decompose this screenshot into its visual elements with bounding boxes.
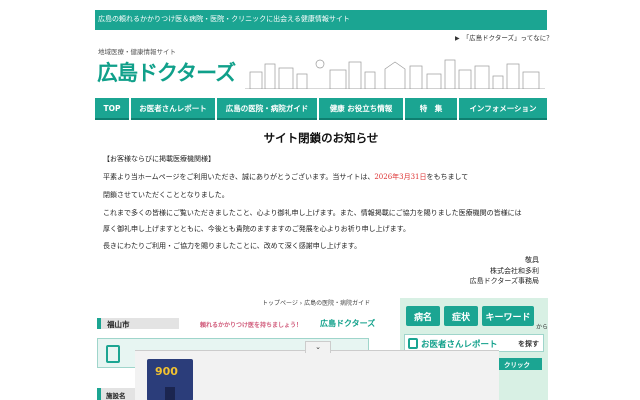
nav-clinic-guide[interactable]: 広島の医院・病院ガイド — [217, 98, 317, 120]
nav-doctor-report[interactable]: お医者さんレポート — [131, 98, 215, 120]
city-skyline-illustration — [245, 59, 545, 89]
signature-office: 広島ドクターズ事務局 — [469, 277, 539, 285]
notice-line: 厚く御礼申し上げますとともに、今後とも貴院のますますのご発展を心よりお祈り申し上… — [103, 225, 410, 233]
report-label: お医者さんレポート — [421, 340, 498, 350]
ad-overlay[interactable]: ⌄ 900 — [135, 341, 499, 400]
signature-company: 株式会社和多利 — [490, 267, 539, 275]
promo-lead: 頼れるかかりつけ医を持ちましょう！ — [200, 322, 303, 329]
facility-heading: 施設名 — [97, 388, 137, 400]
main-navigation: TOP お医者さんレポート 広島の医院・病院ガイド 健康 お役立ち情報 特 集 … — [95, 98, 547, 120]
chevron-down-icon[interactable]: ⌄ — [305, 341, 331, 353]
tag-symptom[interactable]: 症状 — [444, 306, 478, 326]
promo-banner[interactable]: 頼れるかかりつけ医を持ちましょう！ 広島ドクターズ — [198, 316, 375, 332]
notice-text: をもちまして — [426, 173, 469, 181]
nav-top[interactable]: TOP — [95, 98, 129, 120]
bottle-cap — [165, 387, 175, 400]
nav-health-info[interactable]: 健康 お役立ち情報 — [319, 98, 403, 120]
city-label: 福山市 — [107, 320, 130, 329]
closing-date: 2026年3月31日 — [374, 173, 427, 181]
notice-line: これまで多くの皆様にご覧いただきましたこと、心より御礼申し上げます。また、情報掲… — [103, 209, 522, 217]
signature-closing: 敬具 — [525, 256, 539, 264]
notice-line: 平素より当ホームページをご利用いただき、誠にありがとうございます。当サイトは、2… — [103, 174, 468, 181]
facility-label: 施設名 — [106, 392, 126, 400]
city-heading: 福山市 — [97, 318, 179, 329]
ad-product-image[interactable]: 900 — [147, 359, 193, 400]
notice-text: 平素より当ホームページをご利用いただき、誠にありがとうございます。当サイトは、 — [103, 173, 375, 181]
click-label: クリック — [504, 361, 530, 369]
document-icon — [408, 338, 418, 349]
site-tagline: 広島の頼れるかかりつけ医＆病院・医院・クリニックに出会える健康情報サイト — [98, 15, 350, 23]
site-tagline-bar: 広島の頼れるかかりつけ医＆病院・医院・クリニックに出会える健康情報サイト — [95, 10, 547, 30]
about-site-label: 「広島ドクターズ」ってなに？ — [462, 34, 553, 42]
nav-feature[interactable]: 特 集 — [405, 98, 457, 120]
page-title: サイト閉鎖のお知らせ — [263, 131, 379, 145]
tag-disease[interactable]: 病名 — [406, 306, 440, 326]
breadcrumb[interactable]: トップページ › 広島の医院・病院ガイド — [262, 298, 370, 307]
notice-line: 閉鎖させていただくこととなりました。 — [103, 191, 229, 199]
from-label: から — [536, 324, 549, 331]
nav-information[interactable]: インフォメーション — [459, 98, 547, 120]
tag-keyword[interactable]: キーワード — [482, 306, 534, 326]
notice-heading: 【お客様ならびに掲載医療機関様】 — [103, 155, 215, 163]
site-logo[interactable]: 広島ドクターズ — [97, 57, 236, 87]
product-badge: 900 — [155, 365, 178, 378]
triangle-right-icon: ▶ — [455, 35, 460, 42]
document-icon — [106, 345, 120, 363]
logo-subtitle: 地域医療・健康情報サイト — [98, 48, 176, 56]
notice-line: 長きにわたりご利用・ご協力を賜りましたことに、改めて深く感謝申し上げます。 — [103, 242, 362, 250]
promo-brand: 広島ドクターズ — [320, 319, 376, 328]
about-site-link[interactable]: ▶ 「広島ドクターズ」ってなに？ — [455, 32, 553, 42]
search-suffix: を探す — [518, 340, 539, 348]
